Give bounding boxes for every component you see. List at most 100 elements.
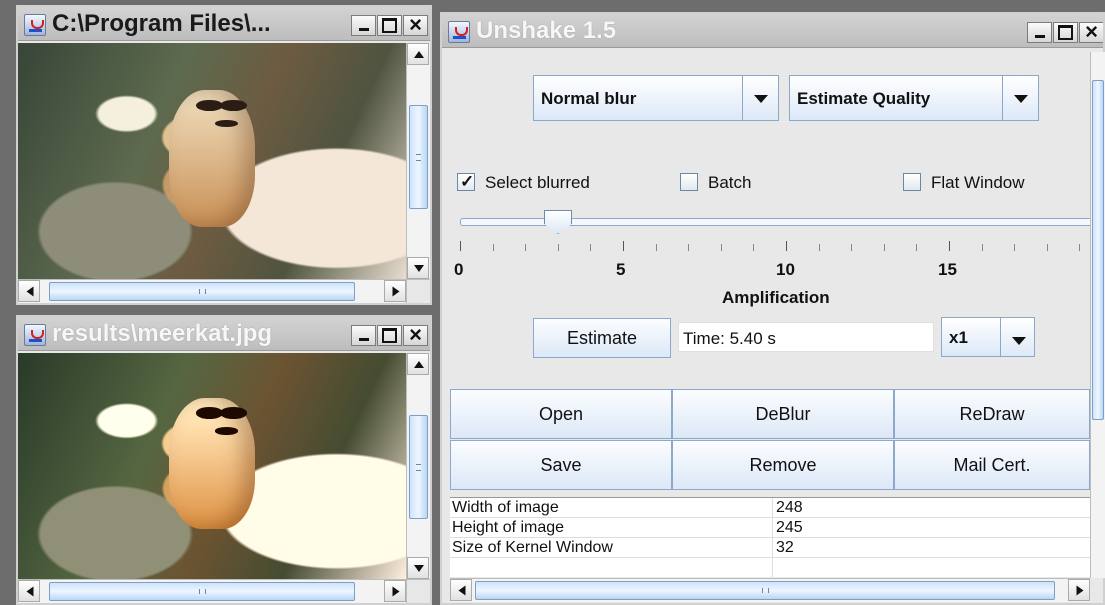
minimize-icon[interactable]: [351, 325, 376, 346]
scroll-right-arrow-icon[interactable]: [384, 580, 406, 602]
select-blurred-label: Select blurred: [485, 173, 590, 192]
estimate-label: Estimate: [566, 327, 638, 348]
close-icon[interactable]: [1079, 22, 1103, 43]
original-image-viewport: [18, 43, 406, 279]
table-row: Size of Kernel Window 32: [450, 538, 1090, 558]
scroll-up-arrow-icon[interactable]: [407, 353, 429, 375]
result-horizontal-scroll-thumb[interactable]: [49, 582, 355, 601]
original-vertical-scrollbar[interactable]: [406, 43, 430, 279]
open-button[interactable]: Open: [450, 389, 672, 439]
amplification-label: Amplification: [722, 288, 830, 307]
table-row: Width of image 248: [450, 498, 1090, 518]
scroll-grip-icon: [416, 464, 421, 471]
scroll-down-arrow-icon[interactable]: [407, 557, 429, 579]
blurred-meerkat-photo: [18, 43, 406, 279]
result-vertical-scroll-thumb[interactable]: [409, 415, 428, 519]
slider-tick-mark: [492, 244, 494, 251]
maximize-icon[interactable]: [377, 325, 402, 346]
dropdown-arrow-icon[interactable]: [742, 76, 778, 120]
quality-mode-select[interactable]: Estimate Quality: [789, 75, 1039, 121]
scroll-grip-icon: [199, 289, 206, 294]
blur-type-select[interactable]: Normal blur: [533, 75, 779, 121]
batch-label: Batch: [708, 173, 752, 192]
slider-tick-mark: [1046, 244, 1048, 251]
original-horizontal-scrollbar[interactable]: [18, 279, 406, 303]
main-horizontal-scrollbar[interactable]: [450, 578, 1090, 602]
quality-mode-value: Estimate Quality: [797, 89, 931, 108]
slider-tick-mark: [688, 244, 690, 251]
java-app-icon: [24, 14, 46, 36]
slider-tick-mark: [981, 244, 983, 251]
slider-tick-mark: [949, 241, 950, 251]
dropdown-arrow-icon[interactable]: [1002, 76, 1038, 120]
remove-button[interactable]: Remove: [672, 440, 894, 490]
original-image-window: C:\Program Files\...: [16, 5, 432, 305]
result-window-titlebar[interactable]: results\meerkat.jpg: [18, 317, 430, 351]
scroll-grip-icon: [416, 154, 421, 161]
scroll-left-arrow-icon[interactable]: [18, 280, 40, 302]
minimize-icon[interactable]: [351, 15, 376, 36]
original-horizontal-scroll-thumb[interactable]: [49, 282, 355, 301]
zoom-select[interactable]: x1: [941, 317, 1035, 357]
slider-tick-mark: [623, 241, 624, 251]
main-vertical-scroll-thumb[interactable]: [1092, 80, 1104, 420]
deblur-button[interactable]: DeBlur: [672, 389, 894, 439]
maximize-icon[interactable]: [1053, 22, 1078, 43]
slider-tick-mark: [720, 244, 722, 251]
image-info-table: Width of image 248 Height of image 245 S…: [450, 497, 1090, 577]
maximize-icon[interactable]: [377, 15, 402, 36]
slider-tick-mark: [460, 241, 461, 251]
result-horizontal-scrollbar[interactable]: [18, 579, 406, 603]
java-app-icon: [448, 21, 470, 43]
mail-cert-button[interactable]: Mail Cert.: [894, 440, 1090, 490]
main-vertical-scrollbar[interactable]: [1090, 52, 1105, 578]
slider-tick-mark: [753, 244, 755, 251]
result-image-viewport: [18, 353, 406, 579]
select-blurred-checkbox[interactable]: [457, 172, 475, 192]
flat-window-checkbox[interactable]: [903, 173, 921, 191]
flat-window-label: Flat Window: [931, 173, 1025, 192]
table-value-cell: 245: [776, 519, 803, 536]
estimate-button[interactable]: Estimate: [533, 318, 671, 358]
remove-label: Remove: [749, 454, 817, 475]
scroll-left-arrow-icon[interactable]: [18, 580, 40, 602]
table-label-cell: Size of Kernel Window: [452, 539, 613, 556]
scroll-grip-icon: [199, 589, 206, 594]
result-image-window: results\meerkat.jpg: [16, 315, 432, 605]
scroll-right-arrow-icon[interactable]: [1068, 579, 1090, 601]
slider-tick-mark: [851, 244, 853, 251]
tick-label-15: 15: [938, 260, 957, 279]
scroll-right-arrow-icon[interactable]: [384, 280, 406, 302]
save-label: Save: [540, 454, 582, 475]
redraw-button[interactable]: ReDraw: [894, 389, 1090, 439]
original-vertical-scroll-thumb[interactable]: [409, 105, 428, 209]
table-row: Height of image 245: [450, 518, 1090, 538]
scroll-down-arrow-icon[interactable]: [407, 257, 429, 279]
redraw-label: ReDraw: [959, 403, 1025, 424]
save-button[interactable]: Save: [450, 440, 672, 490]
tick-label-5: 5: [616, 260, 626, 279]
original-window-titlebar[interactable]: C:\Program Files\...: [18, 7, 430, 41]
table-label-cell: Width of image: [452, 499, 559, 516]
time-field: Time: 5.40 s: [678, 322, 934, 352]
tick-label-10: 10: [776, 260, 795, 279]
main-horizontal-scroll-thumb[interactable]: [475, 581, 1055, 600]
minimize-icon[interactable]: [1027, 22, 1052, 43]
dropdown-arrow-icon[interactable]: [1000, 318, 1034, 356]
table-label-cell: Height of image: [452, 519, 565, 536]
table-value-cell: 248: [776, 499, 803, 516]
close-icon[interactable]: [403, 15, 428, 36]
scroll-corner: [406, 279, 430, 303]
scroll-up-arrow-icon[interactable]: [407, 43, 429, 65]
result-window-title: results\meerkat.jpg: [52, 320, 273, 347]
scroll-left-arrow-icon[interactable]: [450, 579, 472, 601]
tick-label-0: 0: [454, 260, 464, 279]
original-window-title: C:\Program Files\...: [52, 10, 271, 37]
slider-tick-mark: [916, 244, 918, 251]
slider-tick-mark: [557, 244, 559, 251]
result-vertical-scrollbar[interactable]: [406, 353, 430, 579]
close-icon[interactable]: [403, 325, 428, 346]
blur-type-value: Normal blur: [541, 89, 637, 108]
main-window-titlebar[interactable]: Unshake 1.5: [442, 14, 1103, 48]
batch-checkbox[interactable]: [680, 173, 698, 191]
